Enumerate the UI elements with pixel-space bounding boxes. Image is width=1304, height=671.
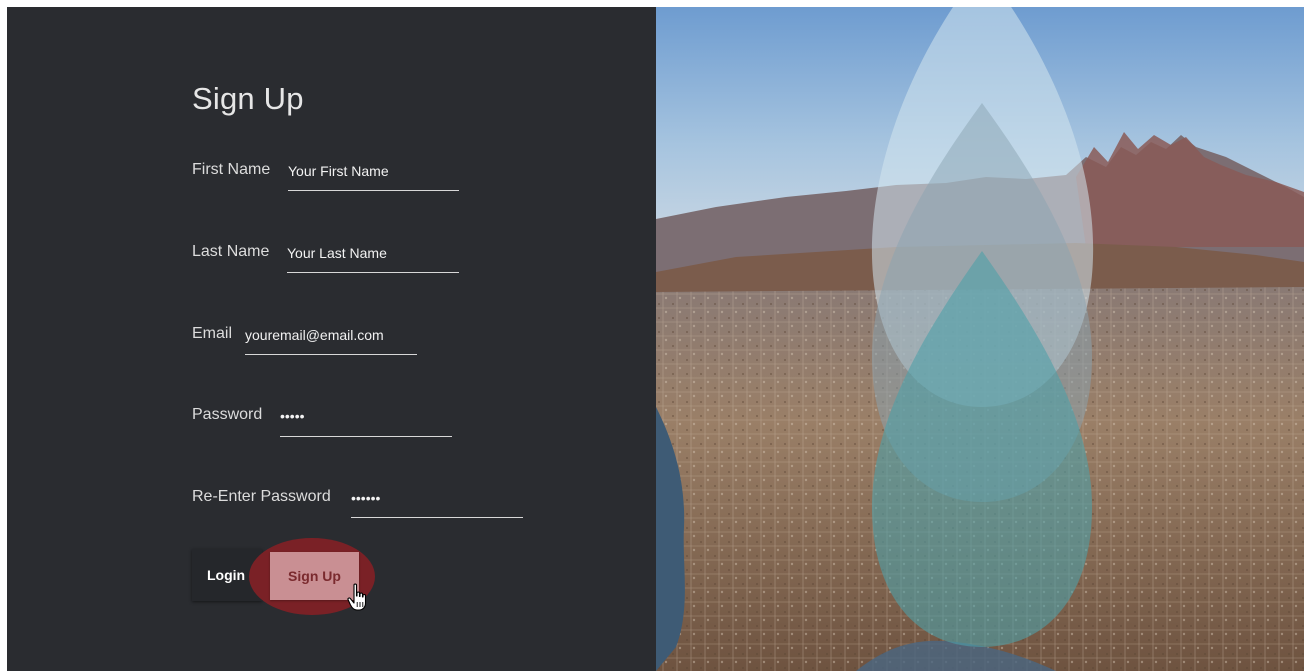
aerial-landscape-image bbox=[656, 7, 1304, 671]
password-input[interactable] bbox=[280, 404, 450, 428]
signup-panel: Sign Up First Name Last Name Email Passw… bbox=[7, 7, 656, 671]
email-underline bbox=[245, 354, 417, 355]
last-name-input[interactable] bbox=[287, 241, 457, 265]
reenter-password-input[interactable] bbox=[351, 486, 521, 510]
password-label: Password bbox=[192, 406, 263, 423]
first-name-input[interactable] bbox=[288, 159, 458, 183]
background-image bbox=[656, 7, 1304, 671]
page-title: Sign Up bbox=[192, 81, 304, 116]
page: Sign Up First Name Last Name Email Passw… bbox=[7, 7, 1304, 671]
first-name-underline bbox=[288, 190, 459, 191]
email-input[interactable] bbox=[245, 323, 415, 347]
password-underline bbox=[280, 436, 452, 437]
last-name-underline bbox=[287, 272, 459, 273]
email-label: Email bbox=[192, 325, 233, 342]
signup-button[interactable]: Sign Up bbox=[270, 552, 359, 600]
reenter-password-underline bbox=[351, 517, 523, 518]
last-name-label: Last Name bbox=[192, 243, 270, 260]
reenter-password-label: Re-Enter Password bbox=[192, 488, 331, 505]
hand-pointer-icon bbox=[347, 583, 367, 611]
first-name-label: First Name bbox=[192, 161, 271, 178]
